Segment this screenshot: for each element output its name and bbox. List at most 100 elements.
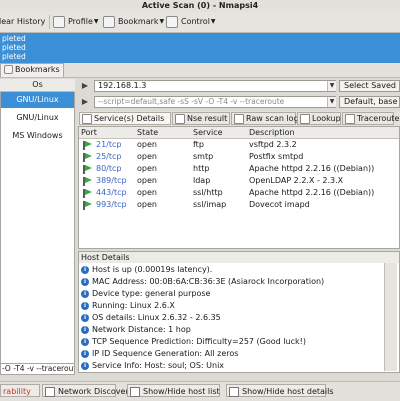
show-hide-host-details-button[interactable]: Show/Hide host details <box>226 384 334 397</box>
nse-icon <box>175 113 185 124</box>
profile-icon <box>53 15 65 28</box>
tab-traceroute[interactable]: Traceroute <box>342 112 399 125</box>
status-line: pleted <box>2 52 26 61</box>
service-cell: ssl/imap <box>193 200 227 209</box>
tab-bookmarks[interactable]: Bookmarks <box>0 63 64 77</box>
os-list-item[interactable]: GNU/Linux <box>1 92 74 108</box>
host-detail-text: Network Distance: 1 hop <box>92 325 191 334</box>
port-cell: 25/tcp <box>96 152 122 161</box>
state-cell: open <box>137 152 157 161</box>
service-cell: smtp <box>193 152 214 161</box>
state-cell: open <box>137 140 157 149</box>
bookmark-icon <box>4 65 13 74</box>
description-cell: Dovecot imapd <box>249 200 310 209</box>
control-button[interactable]: Control▼ <box>166 14 216 30</box>
port-cell: 389/tcp <box>96 176 127 185</box>
show-hide-host-list-button[interactable]: Show/Hide host list <box>127 384 220 397</box>
tab-bookmarks-label: Bookmarks <box>15 65 60 74</box>
chevron-down-icon: ▼ <box>159 18 165 25</box>
host-detail-line: i Network Distance: 1 hop <box>81 324 191 336</box>
state-cell: open <box>137 188 157 197</box>
chevron-down-icon[interactable]: ▼ <box>327 97 336 107</box>
flag-icon <box>83 153 92 162</box>
chevron-down-icon: ▼ <box>210 18 216 25</box>
info-icon: i <box>81 301 89 310</box>
description-cell: Apache httpd 2.2.16 ((Debian)) <box>249 164 375 173</box>
info-icon: i <box>81 325 89 334</box>
info-icon: i <box>81 265 89 274</box>
column-header-port[interactable]: Port <box>81 127 97 138</box>
profile-button[interactable]: Profile▼ <box>53 14 99 30</box>
control-icon <box>166 15 178 28</box>
flag-icon <box>83 165 92 174</box>
column-header-service[interactable]: Service <box>193 127 223 138</box>
host-detail-line: i TCP Sequence Prediction: Difficulty=257… <box>81 336 306 348</box>
vulnerability-button[interactable]: rability <box>0 384 40 397</box>
service-cell: ftp <box>193 140 204 149</box>
table-row[interactable]: 80/tcp open http Apache httpd 2.2.16 ((D… <box>79 163 399 175</box>
show-hide-host-details-label: Show/Hide host details <box>242 387 334 396</box>
port-cell: 21/tcp <box>96 140 122 149</box>
table-row[interactable]: 21/tcp open ftp vsftpd 2.3.2 <box>79 139 399 151</box>
column-header-state[interactable]: State <box>137 127 158 138</box>
host-detail-line: i Running: Linux 2.6.X <box>81 300 175 312</box>
clear-history-button[interactable]: lear History <box>0 14 45 30</box>
table-row[interactable]: 993/tcp open ssl/imap Dovecot imapd <box>79 199 399 211</box>
info-icon: i <box>81 313 89 322</box>
target-input[interactable]: 192.168.1.3 <box>94 80 336 92</box>
bookmark-button[interactable]: Bookmark▼ <box>103 14 164 30</box>
tab-nse-result[interactable]: Nse result <box>172 112 230 125</box>
host-detail-line: i Host is up (0.00019s latency). <box>81 264 212 276</box>
port-cell: 80/tcp <box>96 164 122 173</box>
os-column-header[interactable]: Os <box>0 79 75 92</box>
chevron-down-icon[interactable]: ▼ <box>327 81 336 91</box>
status-line: pleted <box>2 43 26 52</box>
description-cell: Apache httpd 2.2.16 ((Debian)) <box>249 188 375 197</box>
port-cell: 993/tcp <box>96 200 127 209</box>
info-icon: i <box>81 361 89 370</box>
toolbar: lear History Profile▼ Bookmark▼ Control▼ <box>0 12 400 33</box>
host-detail-line: i OS details: Linux 2.6.32 - 2.6.35 <box>81 312 221 324</box>
tab-service-details[interactable]: Service(s) Details <box>79 112 171 125</box>
host-detail-text: TCP Sequence Prediction: Difficulty=257 … <box>92 337 306 346</box>
host-detail-line: i IP ID Sequence Generation: All zeros <box>81 348 238 360</box>
tab-label: Traceroute <box>357 114 400 123</box>
select-saved-host-button[interactable]: Select Saved Ho <box>339 80 400 92</box>
os-list-item[interactable]: GNU/Linux <box>1 110 74 126</box>
status-line: pleted <box>2 34 26 43</box>
column-header-description[interactable]: Description <box>249 127 295 138</box>
flag-icon <box>83 141 92 150</box>
details-icon <box>229 386 239 397</box>
host-detail-text: Service Info: Host: soul; OS: Unix <box>92 361 225 370</box>
lookup-icon <box>300 113 310 124</box>
network-discover-button[interactable]: Network Discover <box>42 384 129 397</box>
info-icon: i <box>81 349 89 358</box>
profile-label: Profile <box>68 17 93 26</box>
host-detail-text: Running: Linux 2.6.X <box>92 301 175 310</box>
tab-label: Raw scan log <box>246 114 299 123</box>
table-row[interactable]: 443/tcp open ssl/http Apache httpd 2.2.1… <box>79 187 399 199</box>
info-icon: i <box>81 277 89 286</box>
host-details-scrollbar[interactable] <box>384 263 397 371</box>
table-row[interactable]: 389/tcp open ldap OpenLDAP 2.2.X - 2.3.X <box>79 175 399 187</box>
service-cell: ldap <box>193 176 211 185</box>
profile-select[interactable]: Default, base ns <box>339 96 400 108</box>
flag-icon <box>83 177 92 186</box>
flag-icon <box>83 201 92 210</box>
state-cell: open <box>137 176 157 185</box>
traceroute-icon <box>345 113 355 124</box>
bookmark-label: Bookmark <box>118 17 159 26</box>
tab-label: Lookup <box>312 114 341 123</box>
os-list-item[interactable]: MS Windows <box>1 128 74 144</box>
clear-history-label: lear History <box>0 17 46 26</box>
show-hide-host-list-label: Show/Hide host list <box>143 387 220 396</box>
tab-lookup[interactable]: Lookup <box>297 112 341 125</box>
scan-command-input[interactable]: --script=default,safe -sS -sV -O -T4 -v … <box>94 96 336 108</box>
host-detail-text: MAC Address: 00:0B:6A:CB:36:3E (Asiarock… <box>92 277 325 286</box>
log-icon <box>234 113 244 124</box>
toolbar-separator <box>49 15 50 29</box>
service-cell: ssl/http <box>193 188 223 197</box>
host-detail-text: IP ID Sequence Generation: All zeros <box>92 349 239 358</box>
tab-raw-scan-log[interactable]: Raw scan log <box>231 112 299 125</box>
table-row[interactable]: 25/tcp open smtp Postfix smtpd <box>79 151 399 163</box>
